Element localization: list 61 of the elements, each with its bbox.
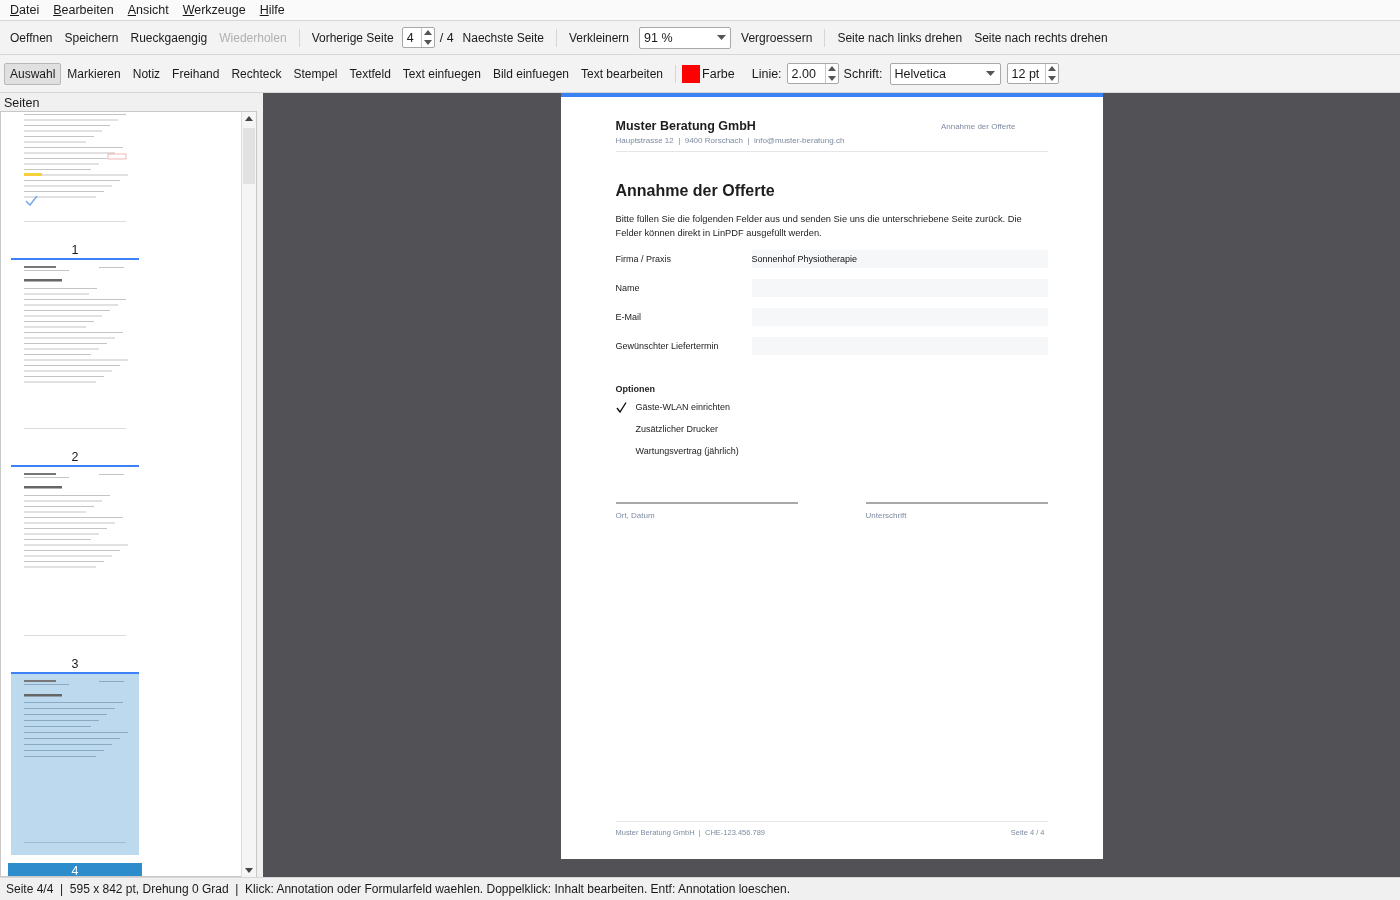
dropdown[interactable]: 91 % bbox=[639, 26, 732, 49]
tool-button[interactable]: Auswahl bbox=[4, 62, 62, 85]
tool-button[interactable]: Text bearbeiten bbox=[575, 62, 670, 85]
color-label: Farbe bbox=[702, 66, 735, 81]
option-label: Gäste-WLAN einrichten bbox=[635, 402, 731, 412]
menu-item[interactable]: Bearbeiten bbox=[46, 3, 121, 17]
caret-icon[interactable] bbox=[716, 35, 726, 40]
page-number[interactable]: 2 bbox=[8, 449, 142, 465]
menu-item[interactable]: Ansicht bbox=[120, 3, 176, 17]
caret-icon[interactable] bbox=[986, 71, 995, 76]
option-label: Wartungsvertrag (jährlich) bbox=[635, 446, 739, 456]
tool-button[interactable]: Markieren bbox=[61, 62, 127, 85]
toolbar-button[interactable]: Verkleinern bbox=[563, 26, 636, 49]
toolbar-button[interactable]: Oeffnen bbox=[4, 26, 59, 49]
tool-button[interactable]: Textfeld bbox=[343, 62, 397, 85]
signature-line[interactable]: Unterschrift bbox=[865, 502, 1048, 520]
field-label: Name bbox=[615, 283, 640, 293]
field-label: Firma / Praxis bbox=[615, 254, 671, 264]
intro-paragraph: Bitte füllen Sie die folgenden Felder aus und senden Sie uns die unterschriebene Seite zurück. Die Felder können direkt in LinPDF ausgefüllt werden. bbox=[615, 213, 1023, 240]
toolbar-button[interactable]: Naechste Seite bbox=[456, 26, 550, 49]
tool-button[interactable]: Freihand bbox=[166, 62, 226, 85]
dropdown[interactable]: Helvetica bbox=[889, 62, 1001, 85]
field-label: Gewünschter Liefertermin bbox=[615, 341, 719, 351]
spin-arrows-icon[interactable] bbox=[420, 28, 434, 47]
spin-arrows-icon[interactable] bbox=[824, 64, 838, 83]
toolbar-button[interactable]: Vergroessern bbox=[735, 26, 819, 49]
option-label: Zusätzlicher Drucker bbox=[635, 424, 719, 434]
company-name: Muster Beratung GmbH bbox=[615, 119, 757, 133]
tool-button[interactable]: Notiz bbox=[126, 62, 167, 85]
company-address: Hauptstrasse 12 | 9400 Rorschach | info@muster-beratung.ch bbox=[615, 136, 845, 145]
menu-item[interactable]: Datei bbox=[3, 3, 47, 17]
toolbar-label: Linie: bbox=[750, 66, 783, 81]
toolbar-button[interactable]: Seite nach rechts drehen bbox=[968, 26, 1114, 49]
color-swatch[interactable] bbox=[682, 64, 701, 83]
form-field[interactable]: Sonnenhof Physiotherapie bbox=[751, 250, 1048, 268]
page-number[interactable]: 1 bbox=[8, 242, 142, 258]
toolbar-button[interactable]: Vorherige Seite bbox=[305, 26, 400, 49]
toolbar-label: Schrift: bbox=[842, 66, 884, 81]
signature-line[interactable]: Ort, Datum bbox=[615, 502, 798, 520]
options-heading: Optionen bbox=[615, 384, 655, 394]
check-icon[interactable] bbox=[615, 401, 627, 413]
tool-button[interactable]: Text einfuegen bbox=[396, 62, 487, 85]
header-caption: Annahme der Offerte bbox=[940, 122, 1016, 131]
page-thumbnail[interactable] bbox=[11, 672, 139, 855]
tool-button[interactable]: Stempel bbox=[287, 62, 344, 85]
tool-button[interactable]: Rechteck bbox=[225, 62, 288, 85]
menu-item[interactable]: Hilfe bbox=[252, 3, 292, 17]
sidebar-title: Seiten bbox=[4, 96, 40, 110]
spin-arrows-icon[interactable] bbox=[1044, 64, 1058, 83]
page-number[interactable]: 4 bbox=[8, 863, 142, 876]
field-label: E-Mail bbox=[615, 312, 641, 322]
document-title: Annahme der Offerte bbox=[615, 182, 776, 200]
toolbar-button[interactable]: Rueckgaengig bbox=[124, 26, 214, 49]
toolbar-button[interactable]: Speichern bbox=[58, 26, 125, 49]
toolbar-button[interactable]: Seite nach links drehen bbox=[831, 26, 969, 49]
menu-item[interactable]: Werkzeuge bbox=[175, 3, 253, 17]
toolbar-label: / 4 bbox=[438, 30, 455, 45]
tool-button[interactable]: Bild einfuegen bbox=[486, 62, 575, 85]
page-number[interactable]: 3 bbox=[8, 656, 142, 672]
status-text: Seite 4/4 | 595 x 842 pt, Drehung 0 Grad | Klick: Annotation oder Formularfeld waehlen. Doppelklick: Inhalt bearbeiten. Entf: Annotation loeschen. bbox=[6, 882, 791, 896]
scrollbar[interactable] bbox=[241, 112, 256, 878]
